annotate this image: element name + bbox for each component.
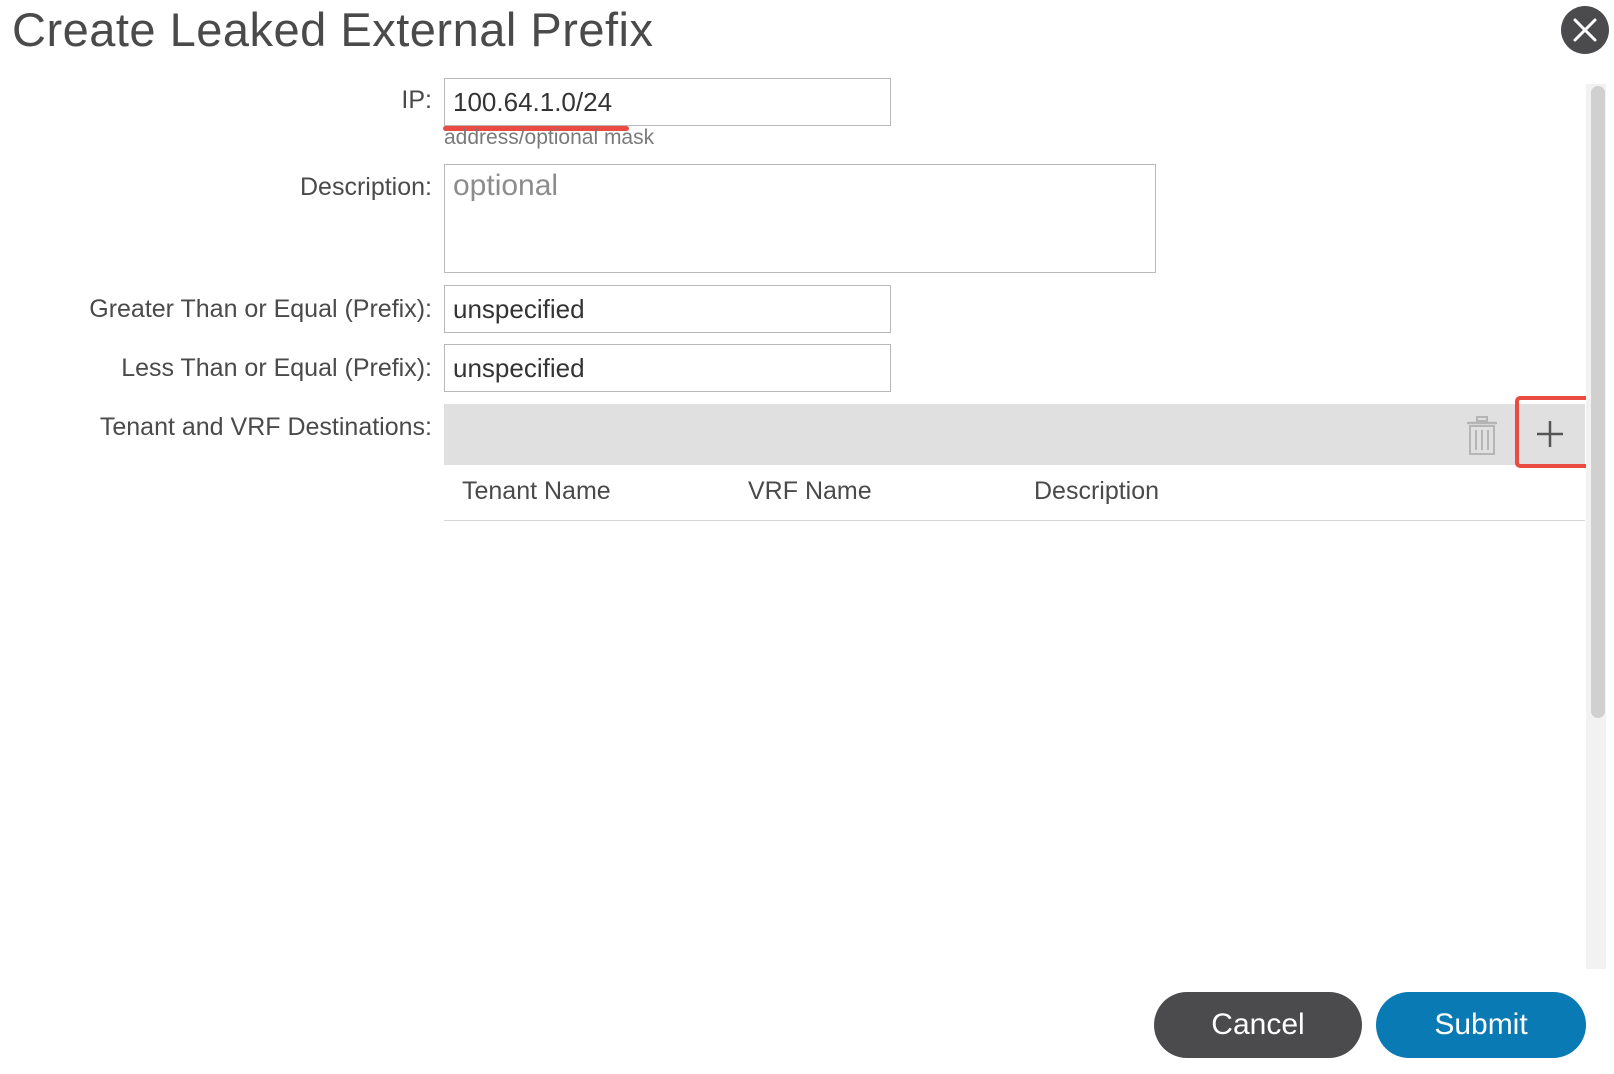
ge-prefix-label: Greater Than or Equal (Prefix): xyxy=(89,295,432,323)
le-prefix-label: Less Than or Equal (Prefix): xyxy=(121,354,432,382)
column-header-description[interactable]: Description xyxy=(1034,477,1159,506)
add-button-highlight-annotation xyxy=(1515,396,1597,468)
ip-helper-text: address/optional mask xyxy=(444,126,655,149)
destinations-label: Tenant and VRF Destinations: xyxy=(99,413,432,441)
description-label: Description: xyxy=(300,173,432,201)
trash-icon xyxy=(1467,416,1497,455)
scrollbar-thumb[interactable] xyxy=(1591,86,1605,718)
ip-label: IP: xyxy=(401,86,432,114)
submit-button[interactable]: Submit xyxy=(1376,992,1586,1058)
destinations-toolbar xyxy=(444,404,1585,465)
destinations-table-header: Tenant Name VRF Name Description xyxy=(444,465,1585,521)
column-header-vrf-name[interactable]: VRF Name xyxy=(748,477,872,506)
column-header-tenant-name[interactable]: Tenant Name xyxy=(462,477,611,506)
ge-prefix-input[interactable] xyxy=(444,285,891,333)
le-prefix-input[interactable] xyxy=(444,344,891,392)
close-button[interactable] xyxy=(1561,6,1609,54)
cancel-button[interactable]: Cancel xyxy=(1154,992,1362,1058)
close-icon xyxy=(1573,18,1597,42)
delete-button[interactable] xyxy=(1464,416,1500,456)
description-textarea[interactable] xyxy=(444,164,1156,273)
ip-input[interactable] xyxy=(444,78,891,126)
dialog-title: Create Leaked External Prefix xyxy=(12,3,654,56)
